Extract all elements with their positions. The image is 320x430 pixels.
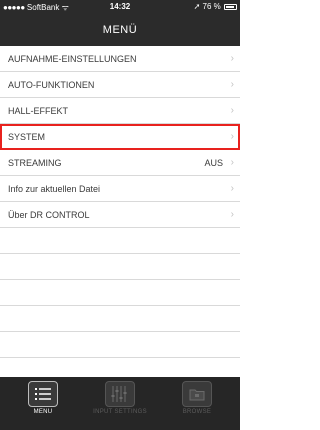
menu-item-ueber-dr-control[interactable]: Über DR CONTROL › [0, 202, 240, 228]
folder-icon [182, 381, 212, 407]
tab-label: MENU [33, 409, 53, 415]
menu-item-label: STREAMING [8, 158, 62, 168]
menu-item-label: Über DR CONTROL [8, 210, 90, 220]
nav-bar: MENÜ [0, 14, 240, 46]
tab-menu[interactable]: MENU [13, 381, 73, 416]
location-icon: ➚ [193, 2, 201, 11]
empty-row [0, 332, 240, 358]
streaming-value: AUS [204, 158, 223, 168]
menu-item-aufnahme-einstellungen[interactable]: AUFNAHME-EINSTELLUNGEN › [0, 46, 240, 72]
battery-percent: 76 % [202, 2, 221, 11]
list-icon [28, 381, 58, 407]
mixer-sliders-icon [105, 381, 135, 407]
menu-item-label: HALL-EFFEKT [8, 106, 69, 116]
empty-row [0, 228, 240, 254]
menu-item-label: Info zur aktuellen Datei [8, 184, 101, 194]
menu-item-label: AUTO-FUNKTIONEN [8, 80, 95, 90]
empty-row [0, 306, 240, 332]
menu-item-info-aktuelle-datei[interactable]: Info zur aktuellen Datei › [0, 176, 240, 202]
empty-row [0, 280, 240, 306]
chevron-right-icon: › [230, 183, 234, 194]
chevron-right-icon: › [230, 105, 234, 116]
status-right: ➚ 76 % [194, 2, 237, 11]
chevron-right-icon: › [230, 157, 234, 168]
page-title: MENÜ [102, 24, 138, 36]
menu-item-streaming[interactable]: STREAMING AUS › [0, 150, 240, 176]
menu-item-system[interactable]: SYSTEM › [0, 124, 240, 150]
chevron-right-icon: › [230, 209, 234, 220]
menu-list: AUFNAHME-EINSTELLUNGEN › AUTO-FUNKTIONEN… [0, 46, 240, 358]
menu-item-auto-funktionen[interactable]: AUTO-FUNKTIONEN › [0, 72, 240, 98]
tab-label: BROWSE [182, 409, 212, 415]
status-bar: ●●●●● SoftBank ᯤ 14:32 ➚ 76 % [0, 0, 240, 14]
chevron-right-icon: › [230, 53, 234, 64]
chevron-right-icon: › [230, 131, 234, 142]
battery-icon [224, 3, 237, 10]
empty-row [0, 254, 240, 280]
chevron-right-icon: › [230, 79, 234, 90]
tab-label: INPUT SETTINGS [93, 409, 147, 415]
tab-bar: MENU INPUT SETTINGS BROWSE [0, 377, 240, 430]
tab-input-settings[interactable]: INPUT SETTINGS [90, 381, 150, 416]
menu-item-hall-effekt[interactable]: HALL-EFFEKT › [0, 98, 240, 124]
menu-item-label: AUFNAHME-EINSTELLUNGEN [8, 54, 137, 64]
tab-browse[interactable]: BROWSE [167, 381, 227, 416]
menu-item-label: SYSTEM [8, 132, 46, 142]
